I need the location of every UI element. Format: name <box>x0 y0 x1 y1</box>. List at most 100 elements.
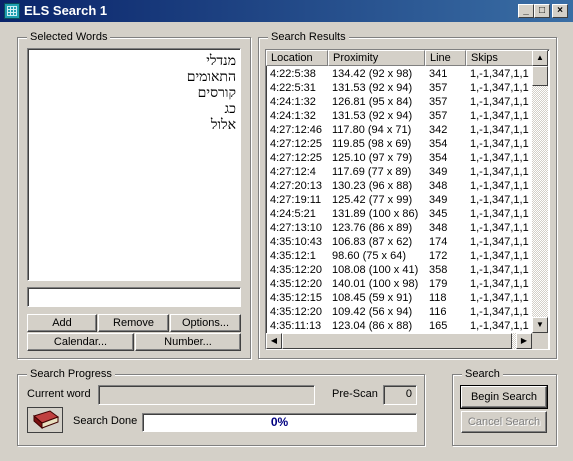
skips-cell: 1,-1,347,1,1 <box>470 152 529 164</box>
vertical-scroll-thumb[interactable] <box>532 66 548 86</box>
line-cell: 348 <box>429 180 448 192</box>
table-row[interactable]: 4:27:12:25 125.10 (97 x 79) 354 1,-1,347,1,… <box>266 151 532 166</box>
skips-cell: 1,-1,347,1,1 <box>470 292 529 304</box>
skips-cell: 1,-1,347,1,1 <box>470 320 529 332</box>
line-cell: 341 <box>429 68 448 80</box>
options-button[interactable]: Options... <box>170 314 241 332</box>
prescan-label: Pre-Scan <box>332 388 378 400</box>
calendar-button[interactable]: Calendar... <box>27 333 134 351</box>
skips-cell: 1,-1,347,1,1 <box>470 82 529 94</box>
table-row[interactable]: 4:22:5:38 134.42 (92 x 98) 341 1,-1,347,1,1 <box>266 67 532 82</box>
location-cell: 4:22:5:31 <box>270 82 316 94</box>
selected-words-list[interactable]: מנדלי התאומים קורסים כג אלול <box>27 48 241 281</box>
column-header-line[interactable]: Line <box>425 50 466 66</box>
add-button[interactable]: Add <box>27 314 97 332</box>
location-cell: 4:35:11:13 <box>270 320 322 332</box>
skips-cell: 1,-1,347,1,1 <box>470 264 529 276</box>
remove-button[interactable]: Remove <box>98 314 169 332</box>
location-cell: 4:27:19:11 <box>270 194 322 206</box>
table-row[interactable]: 4:24:1:32 126.81 (95 x 84) 357 1,-1,347,1,1 <box>266 95 532 110</box>
selected-word-item[interactable]: מנדלי <box>28 53 236 69</box>
proximity-cell: 108.45 (59 x 91) <box>332 292 413 304</box>
scroll-corner <box>532 333 548 349</box>
line-cell: 358 <box>429 264 448 276</box>
skips-cell: 1,-1,347,1,1 <box>470 236 529 248</box>
table-row[interactable]: 4:35:12:20 109.42 (56 x 94) 116 1,-1,347,1,… <box>266 305 532 320</box>
prescan-field: 0 <box>383 385 417 405</box>
scroll-up-arrow-icon[interactable]: ▲ <box>532 50 548 66</box>
cancel-search-button[interactable]: Cancel Search <box>461 411 547 433</box>
selected-word-item[interactable]: התאומים <box>28 69 236 85</box>
selected-word-item[interactable]: אלול <box>28 117 236 133</box>
table-row[interactable]: 4:35:10:43 106.83 (87 x 62) 174 1,-1,347,1,… <box>266 235 532 250</box>
location-cell: 4:35:10:43 <box>270 236 322 248</box>
skips-cell: 1,-1,347,1,1 <box>470 110 529 122</box>
selected-word-item[interactable]: קורסים <box>28 85 236 101</box>
search-group: Search <box>452 368 557 446</box>
location-cell: 4:35:12:1 <box>270 250 316 262</box>
skips-cell: 1,-1,347,1,1 <box>470 250 529 262</box>
table-row[interactable]: 4:35:12:20 140.01 (100 x 98) 179 1,-1,347,1… <box>266 277 532 292</box>
results-table[interactable]: Location Proximity Line Skips 4:22:5:38 1… <box>265 49 550 350</box>
table-row[interactable]: 4:27:12:46 117.80 (94 x 71) 342 1,-1,347,1,… <box>266 123 532 138</box>
skips-cell: 1,-1,347,1,1 <box>470 124 529 136</box>
location-cell: 4:27:13:10 <box>270 222 322 234</box>
location-cell: 4:22:5:38 <box>270 68 316 80</box>
table-row[interactable]: 4:24:5:21 131.89 (100 x 86) 345 1,-1,347,1,… <box>266 207 532 222</box>
begin-search-button[interactable]: Begin Search <box>460 385 548 409</box>
column-header-location[interactable]: Location <box>266 50 328 66</box>
current-word-field <box>98 385 315 405</box>
line-cell: 349 <box>429 194 448 206</box>
column-header-proximity[interactable]: Proximity <box>328 50 425 66</box>
table-row[interactable]: 4:35:12:15 108.45 (59 x 91) 118 1,-1,347,1,… <box>266 291 532 306</box>
line-cell: 165 <box>429 320 448 332</box>
location-cell: 4:24:1:32 <box>270 110 316 122</box>
close-button[interactable]: × <box>552 4 568 18</box>
vertical-scrollbar[interactable]: ▲ ▼ <box>532 50 548 333</box>
location-cell: 4:27:20:13 <box>270 180 322 192</box>
table-row[interactable]: 4:35:11:13 123.04 (86 x 88) 165 1,-1,347,1,… <box>266 319 532 334</box>
table-row[interactable]: 4:27:20:13 130.23 (96 x 88) 348 1,-1,347,1,… <box>266 179 532 194</box>
scroll-right-arrow-icon[interactable]: ▶ <box>516 333 532 349</box>
table-row[interactable]: 4:24:1:32 131.53 (92 x 94) 357 1,-1,347,1,1 <box>266 109 532 124</box>
location-cell: 4:27:12:46 <box>270 124 322 136</box>
location-cell: 4:24:5:21 <box>270 208 316 220</box>
table-row[interactable]: 4:27:13:10 123.76 (86 x 89) 348 1,-1,347,1,… <box>266 221 532 236</box>
line-cell: 354 <box>429 152 448 164</box>
maximize-button[interactable]: □ <box>534 4 550 18</box>
line-cell: 345 <box>429 208 448 220</box>
table-row[interactable]: 4:27:19:11 125.42 (77 x 99) 349 1,-1,347,1,… <box>266 193 532 208</box>
proximity-cell: 106.83 (87 x 62) <box>332 236 413 248</box>
word-input[interactable] <box>27 287 241 307</box>
table-row[interactable]: 4:22:5:31 131.53 (92 x 94) 357 1,-1,347,1,1 <box>266 81 532 96</box>
search-done-label: Search Done <box>73 415 138 427</box>
line-cell: 172 <box>429 250 448 262</box>
line-cell: 342 <box>429 124 448 136</box>
table-row[interactable]: 4:35:12:1 98.60 (75 x 64) 172 1,-1,347,1,1 <box>266 249 532 264</box>
proximity-cell: 123.04 (86 x 88) <box>332 320 413 332</box>
proximity-cell: 125.42 (77 x 99) <box>332 194 413 206</box>
proximity-cell: 117.80 (94 x 71) <box>332 124 412 136</box>
table-row[interactable]: 4:27:12:4 117.69 (77 x 89) 349 1,-1,347,1,1 <box>266 165 532 180</box>
title-bar[interactable]: ELS Search 1 _ □ × <box>0 0 573 22</box>
proximity-cell: 130.23 (96 x 88) <box>332 180 413 192</box>
skips-cell: 1,-1,347,1,1 <box>470 180 529 192</box>
location-cell: 4:35:12:20 <box>270 306 322 318</box>
proximity-cell: 131.89 (100 x 86) <box>332 208 419 220</box>
line-cell: 357 <box>429 110 448 122</box>
table-row[interactable]: 4:35:12:20 108.08 (100 x 41) 358 1,-1,347,1… <box>266 263 532 278</box>
proximity-cell: 117.69 (77 x 89) <box>332 166 412 178</box>
column-header-skips[interactable]: Skips <box>466 50 536 66</box>
line-cell: 174 <box>429 236 448 248</box>
location-cell: 4:27:12:25 <box>270 152 322 164</box>
horizontal-scrollbar[interactable]: ◀ ▶ <box>266 333 532 349</box>
table-row[interactable]: 4:27:12:25 119.85 (98 x 69) 354 1,-1,347,1,… <box>266 137 532 152</box>
horizontal-scroll-thumb[interactable] <box>282 333 512 349</box>
number-button[interactable]: Number... <box>135 333 241 351</box>
proximity-cell: 123.76 (86 x 89) <box>332 222 413 234</box>
selected-word-item[interactable]: כג <box>28 101 236 117</box>
scroll-down-arrow-icon[interactable]: ▼ <box>532 317 548 333</box>
app-grid-icon <box>4 3 20 19</box>
scroll-left-arrow-icon[interactable]: ◀ <box>266 333 282 349</box>
minimize-button[interactable]: _ <box>518 4 534 18</box>
